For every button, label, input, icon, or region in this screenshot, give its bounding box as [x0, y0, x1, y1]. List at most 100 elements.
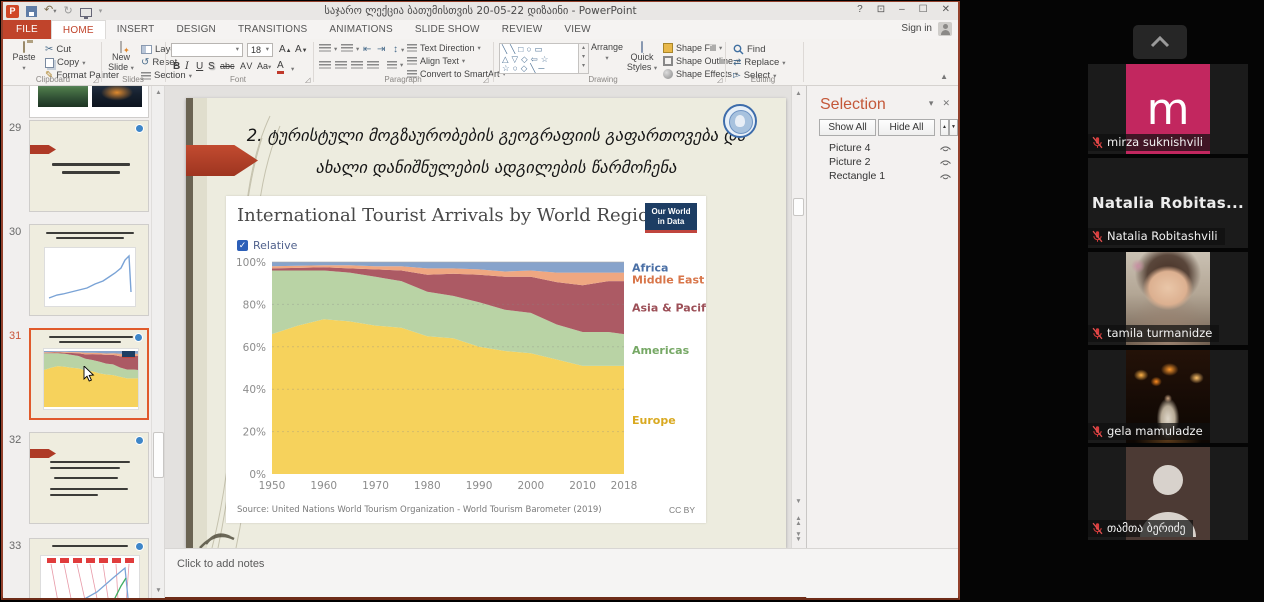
minimize-button[interactable]: –: [899, 4, 905, 15]
selection-item[interactable]: Picture 2: [807, 156, 958, 170]
next-slide-icon[interactable]: ▼▼: [793, 530, 804, 542]
notes-pane[interactable]: Click to add notes: [165, 548, 958, 597]
slide[interactable]: 2. ტურისტული მოგზაურობების გეოგრაფიის გა…: [186, 98, 786, 548]
selection-item[interactable]: Rectangle 1: [807, 170, 958, 184]
underline-button[interactable]: U: [196, 61, 203, 72]
shape-fill-button[interactable]: Shape Fill▾: [663, 43, 722, 53]
undo-icon[interactable]: ↶▾: [44, 4, 56, 18]
columns-button[interactable]: ▾: [387, 61, 403, 69]
quick-styles-button[interactable]: QuickStyles ▾: [625, 42, 659, 72]
slide-thumbnail-28[interactable]: [29, 86, 149, 118]
participant-tile[interactable]: tamila turmanidze: [1088, 252, 1248, 345]
scroll-up-icon[interactable]: ▲: [793, 88, 804, 100]
change-case-button[interactable]: Aa▾: [257, 61, 271, 71]
shapes-gallery-scroll[interactable]: ▴▾▾: [579, 43, 589, 74]
visibility-eye-icon[interactable]: [939, 158, 952, 170]
ribbon-tab-review[interactable]: REVIEW: [491, 20, 554, 39]
drawing-dialog-launcher-icon[interactable]: ◿: [717, 76, 722, 84]
slide-thumbnail-30[interactable]: [29, 224, 149, 316]
slide-thumbnail-32[interactable]: [29, 432, 149, 524]
ribbon-tab-animations[interactable]: ANIMATIONS: [318, 20, 403, 39]
increase-indent-button[interactable]: ⇥: [377, 44, 385, 55]
line-spacing-button[interactable]: ↕▾: [393, 44, 404, 55]
italic-button[interactable]: I: [185, 61, 189, 72]
redo-icon[interactable]: ↻: [63, 5, 72, 18]
align-text-button[interactable]: Align Text▾: [407, 56, 465, 66]
arrange-button[interactable]: Arrange▾: [591, 42, 623, 62]
scroll-down-icon[interactable]: ▼: [153, 585, 164, 597]
bullets-button[interactable]: ▾: [319, 44, 337, 53]
editor-scrollbar-thumb[interactable]: [793, 198, 804, 216]
shrink-font-button[interactable]: A▼: [295, 44, 308, 55]
ribbon-tab-home[interactable]: HOME: [51, 20, 106, 39]
grow-font-button[interactable]: A▲: [279, 44, 292, 55]
thumbnails-scrollbar[interactable]: ▲ ▼: [151, 86, 164, 598]
paragraph-dialog-launcher-icon[interactable]: ◿: [483, 76, 488, 84]
bold-button[interactable]: B: [173, 61, 180, 72]
participant-tile[interactable]: Natalia Robitas...Natalia Robitashvili: [1088, 158, 1248, 248]
shape-outline-button[interactable]: Shape Outline▾: [663, 56, 739, 66]
collapse-panel-button[interactable]: [1133, 25, 1187, 59]
slide-title-line1[interactable]: 2. ტურისტული მოგზაურობების გეოგრაფიის გა…: [246, 126, 746, 145]
align-right-button[interactable]: [351, 61, 363, 70]
ribbon-tab-transitions[interactable]: TRANSITIONS: [227, 20, 318, 39]
thumbnails-scrollbar-thumb[interactable]: [153, 432, 164, 478]
clipboard-dialog-launcher-icon[interactable]: ◿: [93, 76, 98, 84]
pane-options-icon[interactable]: ▾: [929, 98, 934, 109]
customize-qat-icon[interactable]: ▾: [99, 5, 103, 18]
move-down-button[interactable]: ▼: [949, 119, 958, 136]
close-button[interactable]: ✕: [942, 4, 950, 15]
ribbon-tab-insert[interactable]: INSERT: [106, 20, 166, 39]
font-color-button[interactable]: A: [277, 61, 284, 74]
selection-item[interactable]: Picture 4: [807, 142, 958, 156]
decrease-indent-button[interactable]: ⇤: [363, 44, 371, 55]
align-left-button[interactable]: [319, 61, 331, 70]
ribbon-tab-design[interactable]: DESIGN: [165, 20, 227, 39]
participant-tile[interactable]: mmirza suknishvili: [1088, 64, 1248, 154]
editor-scrollbar[interactable]: ▲ ▼ ▲▲ ▼▼: [791, 86, 806, 548]
numbering-button[interactable]: ▾: [341, 44, 359, 53]
show-all-button[interactable]: Show All: [819, 119, 876, 136]
align-center-button[interactable]: [335, 61, 347, 70]
collapse-ribbon-icon[interactable]: ▲: [940, 72, 948, 81]
owid-chart-image[interactable]: International Tourist Arrivals by World …: [226, 196, 706, 523]
reset-button[interactable]: ↺Reset: [141, 57, 177, 68]
visibility-eye-icon[interactable]: [939, 172, 952, 184]
cut-button[interactable]: ✂Cut: [45, 44, 71, 55]
university-emblem-logo[interactable]: [723, 104, 757, 138]
scroll-down-icon[interactable]: ▼: [793, 496, 804, 508]
font-dialog-launcher-icon[interactable]: ◿: [305, 76, 310, 84]
strikethrough-button[interactable]: abc: [220, 61, 235, 71]
text-shadow-button[interactable]: S: [208, 61, 215, 72]
powerpoint-icon[interactable]: P: [6, 5, 19, 18]
participant-tile[interactable]: gela mamuladze: [1088, 350, 1248, 443]
ribbon-tab-file[interactable]: FILE: [3, 20, 51, 39]
replace-button[interactable]: ⇄Replace▾: [733, 57, 786, 68]
slide-thumbnail-29[interactable]: [29, 120, 149, 212]
slide-thumbnail-31-selected[interactable]: [29, 328, 149, 420]
slide-title-line2[interactable]: ახალი დანიშნულების ადგილების წარმოჩენა: [246, 158, 746, 177]
hide-all-button[interactable]: Hide All: [878, 119, 935, 136]
ribbon-tab-slide-show[interactable]: SLIDE SHOW: [404, 20, 491, 39]
copy-button[interactable]: Copy▾: [45, 57, 85, 68]
ribbon-display-button[interactable]: ⊡: [877, 4, 885, 15]
slide-thumbnail-33[interactable]: [29, 538, 149, 598]
sign-in-link[interactable]: Sign in: [901, 23, 932, 34]
font-color-caret[interactable]: ▾: [291, 63, 294, 74]
scroll-up-icon[interactable]: ▲: [153, 87, 164, 99]
paste-button[interactable]: Paste▾: [8, 42, 40, 72]
help-button[interactable]: ?: [857, 4, 863, 15]
participant-tile[interactable]: თამთა ბერიძე: [1088, 447, 1248, 540]
save-icon[interactable]: [26, 6, 37, 17]
find-button[interactable]: Find: [733, 44, 765, 55]
pane-close-icon[interactable]: ✕: [942, 98, 950, 109]
move-up-button[interactable]: ▲: [940, 119, 949, 136]
previous-slide-icon[interactable]: ▲▲: [793, 514, 804, 526]
account-avatar-icon[interactable]: [938, 22, 952, 36]
text-direction-button[interactable]: Text Direction▾: [407, 43, 481, 53]
shapes-gallery[interactable]: ╲╲□○▭△▽◇⇦☆☆○◇╲─: [499, 43, 579, 74]
shape-effects-button[interactable]: Shape Effects▾: [663, 69, 738, 79]
character-spacing-button[interactable]: AV: [240, 61, 253, 71]
visibility-eye-icon[interactable]: [939, 144, 952, 156]
start-slideshow-icon[interactable]: [80, 8, 92, 17]
